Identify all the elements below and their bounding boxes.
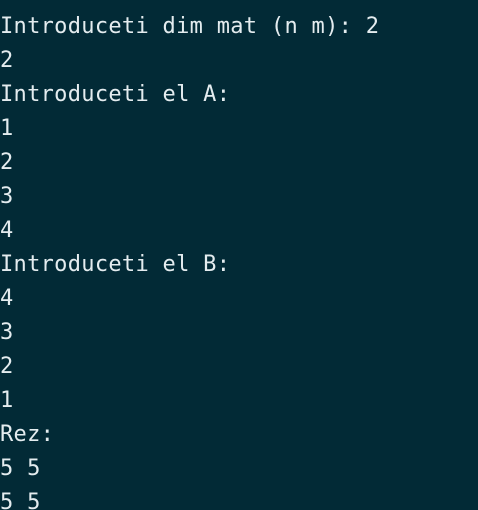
- result-label: Rez:: [0, 422, 55, 447]
- input-line: 1: [0, 388, 14, 413]
- input-line: 4: [0, 218, 14, 243]
- input-line: 2: [0, 354, 14, 379]
- input-line: 4: [0, 286, 14, 311]
- input-line: 3: [0, 184, 14, 209]
- prompt-dimensions: Introduceti dim mat (n m): 2: [0, 14, 380, 39]
- input-line: 2: [0, 48, 14, 73]
- prompt-matrix-b: Introduceti el B:: [0, 252, 231, 277]
- terminal-output: Introduceti dim mat (n m): 2 2 Introduce…: [0, 10, 379, 510]
- input-line: 1: [0, 116, 14, 141]
- input-line: 3: [0, 320, 14, 345]
- terminal-window[interactable]: Introduceti dim mat (n m): 2 2 Introduce…: [0, 0, 478, 510]
- prompt-matrix-a: Introduceti el A:: [0, 82, 231, 107]
- result-row: 5 5: [0, 490, 41, 510]
- input-line: 2: [0, 150, 14, 175]
- result-row: 5 5: [0, 456, 41, 481]
